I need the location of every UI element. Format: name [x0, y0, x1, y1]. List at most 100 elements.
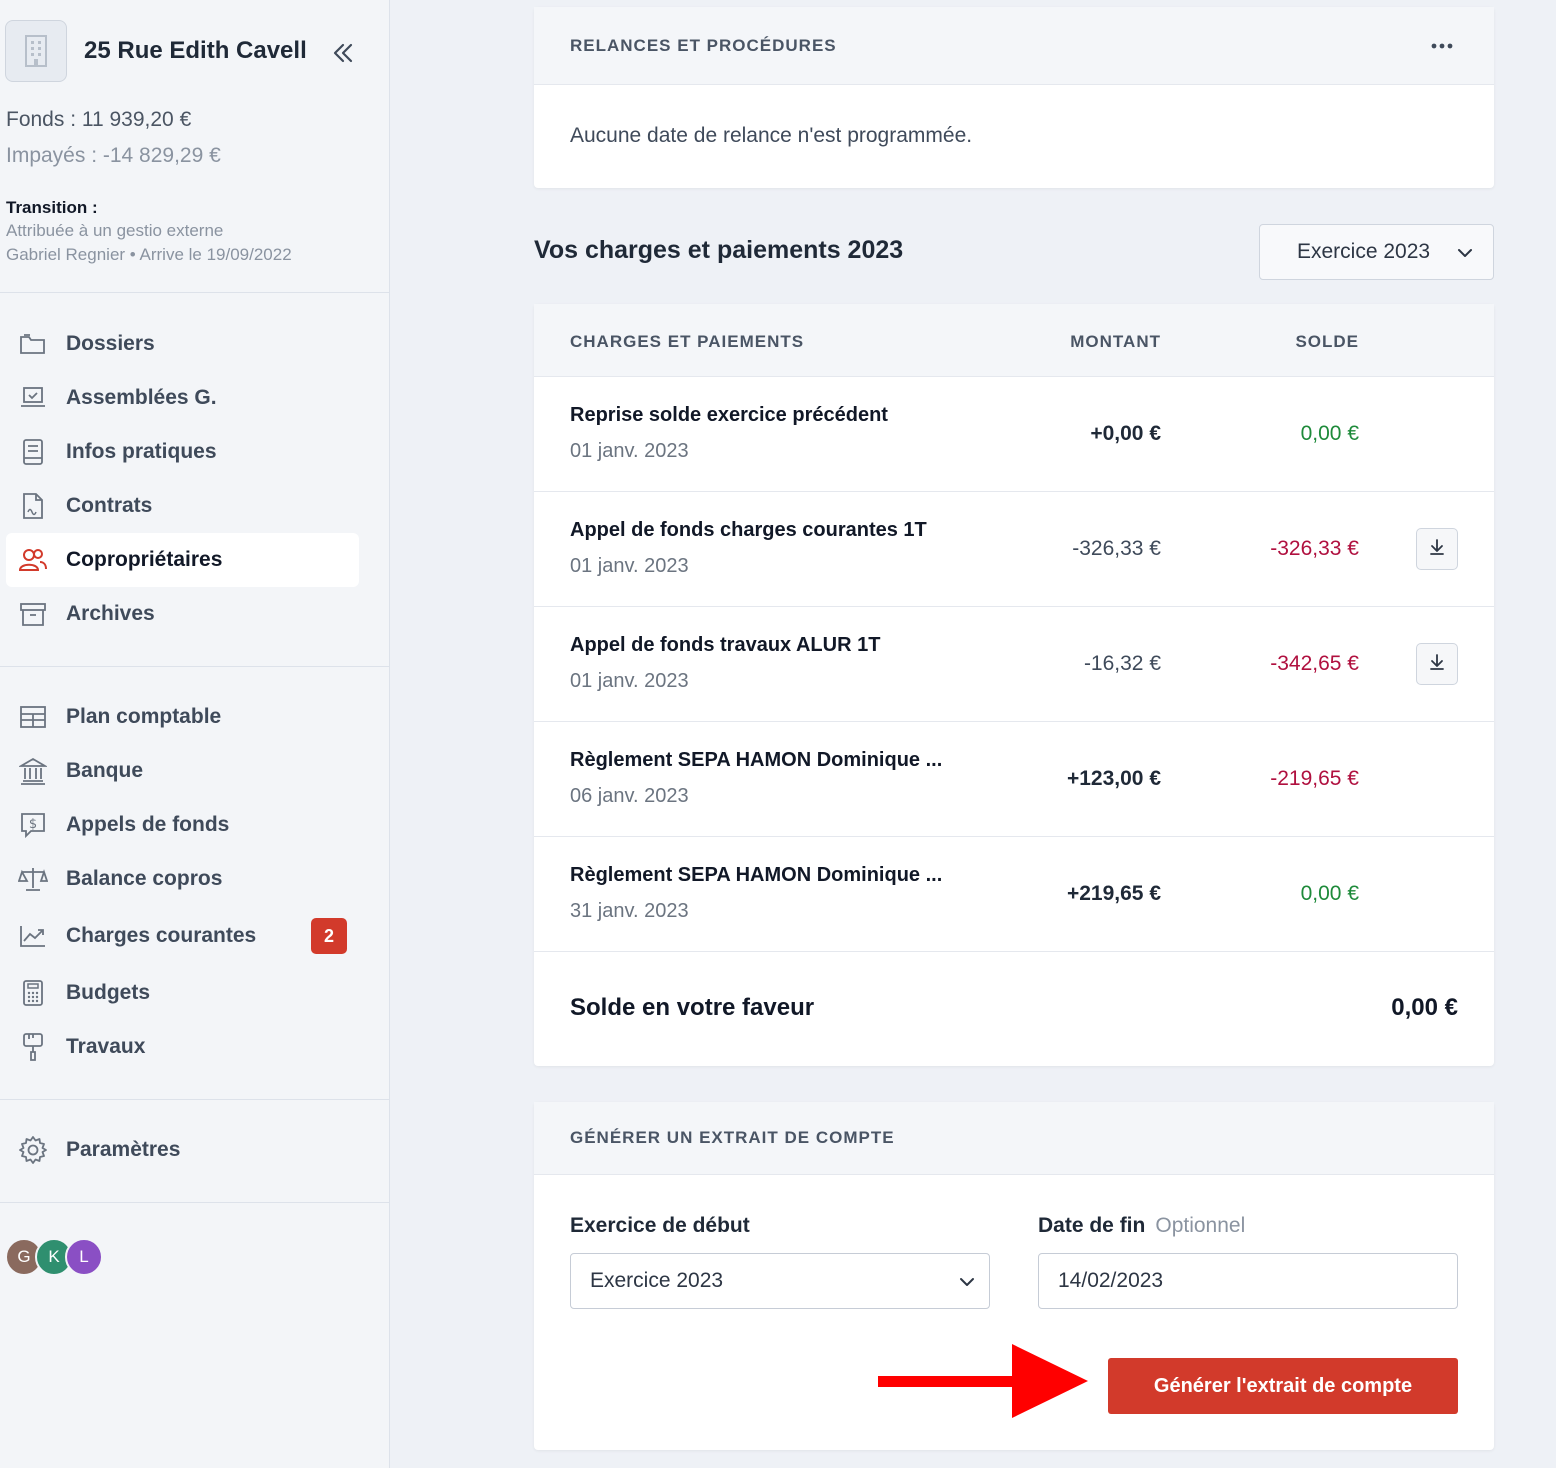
building-icon[interactable]: [5, 20, 67, 82]
sidebar-item-travaux[interactable]: Travaux: [6, 1020, 359, 1074]
column-header-amount: MONTANT: [1070, 332, 1161, 351]
generate-statement-button[interactable]: Générer l'extrait de compte: [1108, 1358, 1458, 1414]
column-header-balance: SOLDE: [1295, 332, 1359, 351]
table-row[interactable]: Reprise solde exercice précédent 01 janv…: [534, 377, 1494, 492]
row-balance: -326,33 €: [1270, 537, 1359, 560]
row-amount: -16,32 €: [1083, 652, 1161, 675]
impayes-balance: Impayés : -14 829,29 €: [6, 144, 221, 167]
sidebar-item-parametres[interactable]: Paramètres: [6, 1123, 359, 1177]
sidebar-item-label: Paramètres: [66, 1138, 181, 1161]
card-title: RELANCES ET PROCÉDURES: [570, 36, 837, 55]
table-row[interactable]: Règlement SEPA HAMON Dominique ... 31 ja…: [534, 837, 1494, 952]
row-balance: 0,00 €: [1300, 422, 1359, 445]
sidebar-item-appels-de-fonds[interactable]: $ Appels de fonds: [6, 798, 359, 852]
table-icon: [18, 702, 48, 732]
sidebar-item-archives[interactable]: Archives: [6, 587, 359, 641]
building-header: 25 Rue Edith Cavell: [5, 20, 307, 82]
year-select-value: Exercice 2023: [1297, 240, 1431, 263]
table-row[interactable]: Appel de fonds travaux ALUR 1T 01 janv. …: [534, 607, 1494, 722]
svg-text:$: $: [29, 817, 37, 832]
optional-hint: Optionnel: [1155, 1214, 1246, 1237]
table-row[interactable]: Appel de fonds charges courantes 1T 01 j…: [534, 492, 1494, 607]
trend-chart-icon: [18, 921, 48, 951]
sidebar: 25 Rue Edith Cavell Fonds : 11 939,20 € …: [0, 0, 390, 1468]
sidebar-divider: [0, 1099, 389, 1100]
sidebar-divider: [0, 1202, 389, 1203]
sidebar-item-dossiers[interactable]: Dossiers: [6, 317, 359, 371]
sidebar-item-budgets[interactable]: Budgets: [6, 966, 359, 1020]
calculator-icon: [18, 978, 48, 1008]
avatar[interactable]: L: [65, 1238, 103, 1276]
card-title: GÉNÉRER UN EXTRAIT DE COMPTE: [570, 1128, 895, 1147]
relances-card: RELANCES ET PROCÉDURES Aucune date de re…: [534, 7, 1494, 188]
row-date: 31 janv. 2023: [570, 900, 689, 922]
users-icon: [18, 545, 48, 575]
sidebar-item-assemblees[interactable]: Assemblées G.: [6, 371, 359, 425]
book-icon: [18, 437, 48, 467]
row-date: 01 janv. 2023: [570, 555, 689, 577]
row-label: Appel de fonds charges courantes 1T: [570, 519, 927, 541]
card-header: RELANCES ET PROCÉDURES: [534, 7, 1494, 85]
sidebar-item-banque[interactable]: Banque: [6, 744, 359, 798]
sidebar-item-label: Archives: [66, 602, 155, 625]
sidebar-item-label: Budgets: [66, 981, 150, 1004]
total-label: Solde en votre faveur: [570, 994, 815, 1021]
sidebar-item-label: Assemblées G.: [66, 386, 217, 409]
start-exercise-label: Exercice de début: [570, 1214, 750, 1237]
scale-icon: [18, 864, 48, 894]
table-header: CHARGES ET PAIEMENTS MONTANT SOLDE: [534, 304, 1494, 377]
total-value: 0,00 €: [1391, 994, 1458, 1021]
sidebar-item-label: Balance copros: [66, 867, 223, 890]
end-date-input[interactable]: 14/02/2023: [1038, 1253, 1458, 1309]
end-date-label-text: Date de fin: [1038, 1214, 1146, 1237]
section-title: Vos charges et paiements 2023: [534, 236, 904, 264]
more-options-icon[interactable]: [1430, 37, 1454, 55]
year-select[interactable]: Exercice 2023: [1259, 224, 1494, 280]
sidebar-item-label: Contrats: [66, 494, 153, 517]
user-avatars: G K L: [5, 1238, 105, 1276]
collapse-sidebar-icon[interactable]: [330, 40, 356, 66]
start-exercise-value: Exercice 2023: [590, 1269, 724, 1292]
transition-title: Transition :: [6, 198, 98, 217]
sidebar-item-charges-courantes[interactable]: Charges courantes 2: [6, 909, 359, 963]
end-date-label: Date de fin Optionnel: [1038, 1214, 1245, 1238]
sidebar-item-label: Infos pratiques: [66, 440, 217, 463]
sidebar-item-infos-pratiques[interactable]: Infos pratiques: [6, 425, 359, 479]
row-balance: -342,65 €: [1270, 652, 1359, 675]
row-amount: +219,65 €: [1066, 882, 1161, 905]
sidebar-item-coproprietaires[interactable]: Copropriétaires: [6, 533, 359, 587]
chevron-down-icon: [959, 1274, 975, 1290]
sidebar-item-label: Appels de fonds: [66, 813, 230, 836]
download-button[interactable]: [1416, 528, 1458, 570]
table-row[interactable]: Règlement SEPA HAMON Dominique ... 06 ja…: [534, 722, 1494, 837]
chevron-down-icon: [1457, 245, 1473, 261]
charges-table-card: CHARGES ET PAIEMENTS MONTANT SOLDE Repri…: [534, 304, 1494, 1066]
sidebar-item-label: Plan comptable: [66, 705, 222, 728]
sidebar-item-balance-copros[interactable]: Balance copros: [6, 852, 359, 906]
sidebar-item-label: Banque: [66, 759, 144, 782]
row-amount: -326,33 €: [1072, 537, 1161, 560]
paint-roller-icon: [18, 1032, 48, 1062]
sidebar-item-contrats[interactable]: Contrats: [6, 479, 359, 533]
transition-status: Attribuée à un gestio externe: [6, 221, 224, 240]
dollar-bubble-icon: $: [18, 810, 48, 840]
row-label: Reprise solde exercice précédent: [570, 404, 888, 426]
card-header: GÉNÉRER UN EXTRAIT DE COMPTE: [534, 1102, 1494, 1175]
sidebar-item-label: Dossiers: [66, 332, 155, 355]
sidebar-divider: [0, 666, 389, 667]
laptop-check-icon: [18, 383, 48, 413]
row-amount: +123,00 €: [1066, 767, 1161, 790]
notification-badge: 2: [311, 918, 347, 954]
document-signature-icon: [18, 491, 48, 521]
download-button[interactable]: [1416, 643, 1458, 685]
row-balance: 0,00 €: [1300, 882, 1359, 905]
building-name: 25 Rue Edith Cavell: [84, 37, 307, 64]
sidebar-item-plan-comptable[interactable]: Plan comptable: [6, 690, 359, 744]
sidebar-item-label: Copropriétaires: [66, 548, 223, 571]
row-date: 01 janv. 2023: [570, 440, 689, 462]
start-exercise-select[interactable]: Exercice 2023: [570, 1253, 990, 1309]
row-label: Appel de fonds travaux ALUR 1T: [570, 634, 881, 656]
sidebar-item-label: Charges courantes: [66, 924, 257, 947]
sidebar-divider: [0, 292, 389, 293]
fonds-balance: Fonds : 11 939,20 €: [6, 108, 192, 131]
